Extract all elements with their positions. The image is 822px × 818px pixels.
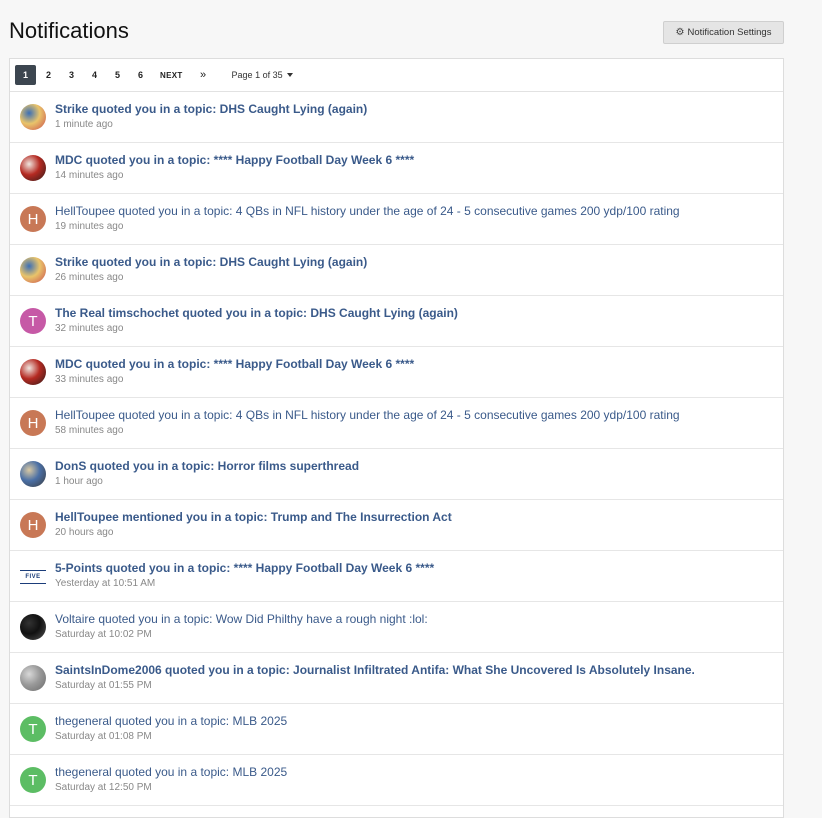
gear-icon: ⚙ <box>675 27 685 38</box>
notification-list: Strike quoted you in a topic: DHS Caught… <box>10 92 783 806</box>
avatar[interactable] <box>20 614 46 640</box>
notification-item[interactable]: MDC quoted you in a topic: **** Happy Fo… <box>10 143 783 194</box>
notification-link[interactable]: Strike quoted you in a topic: DHS Caught… <box>55 102 367 116</box>
page-link-5[interactable]: 5 <box>107 65 128 85</box>
notification-item[interactable]: FIVE 5-Points quoted you in a topic: ****… <box>10 551 783 602</box>
pagination: 1 2 3 4 5 6 NEXT » Page 1 of 35 <box>10 59 783 92</box>
avatar[interactable]: T <box>20 716 46 742</box>
notification-item[interactable]: DonS quoted you in a topic: Horror films… <box>10 449 783 500</box>
avatar[interactable]: H <box>20 410 46 436</box>
avatar[interactable] <box>20 155 46 181</box>
avatar[interactable]: H <box>20 512 46 538</box>
notification-settings-label: Notification Settings <box>687 27 772 38</box>
notification-link[interactable]: MDC quoted you in a topic: **** Happy Fo… <box>55 153 414 167</box>
notification-time: 19 minutes ago <box>55 221 124 232</box>
avatar[interactable] <box>20 359 46 385</box>
notification-item[interactable]: MDC quoted you in a topic: **** Happy Fo… <box>10 347 783 398</box>
notification-item[interactable]: Tthegeneral quoted you in a topic: MLB 2… <box>10 755 783 806</box>
notification-link[interactable]: Voltaire quoted you in a topic: Wow Did … <box>55 612 428 626</box>
notification-time: Yesterday at 10:51 AM <box>55 578 156 589</box>
notification-time: 33 minutes ago <box>55 374 124 385</box>
avatar[interactable]: T <box>20 308 46 334</box>
page-link-4[interactable]: 4 <box>84 65 105 85</box>
notification-link[interactable]: DonS quoted you in a topic: Horror films… <box>55 459 359 473</box>
notification-time: 14 minutes ago <box>55 170 124 181</box>
notification-item[interactable]: SaintsInDome2006 quoted you in a topic: … <box>10 653 783 704</box>
avatar[interactable]: H <box>20 206 46 232</box>
page-title: Notifications <box>9 18 129 43</box>
notification-item[interactable]: H HellToupee mentioned you in a topic: Tr… <box>10 500 783 551</box>
notification-link[interactable]: SaintsInDome2006 quoted you in a topic: … <box>55 663 695 677</box>
notification-link[interactable]: The Real timschochet quoted you in a top… <box>55 306 458 320</box>
avatar[interactable]: FIVE <box>20 570 46 584</box>
page-link-1[interactable]: 1 <box>15 65 36 85</box>
notification-time: 26 minutes ago <box>55 272 124 283</box>
caret-down-icon <box>286 73 293 77</box>
notification-item[interactable]: Strike quoted you in a topic: DHS Caught… <box>10 92 783 143</box>
notification-time: Saturday at 10:02 PM <box>55 629 152 640</box>
notification-time: Saturday at 12:50 PM <box>55 782 152 793</box>
notification-item[interactable]: Strike quoted you in a topic: DHS Caught… <box>10 245 783 296</box>
notification-item[interactable]: Voltaire quoted you in a topic: Wow Did … <box>10 602 783 653</box>
notification-time: 20 hours ago <box>55 527 114 538</box>
page-link-6[interactable]: 6 <box>130 65 151 85</box>
avatar[interactable] <box>20 104 46 130</box>
notification-link[interactable]: MDC quoted you in a topic: **** Happy Fo… <box>55 357 414 371</box>
notification-time: 1 minute ago <box>55 119 113 130</box>
notification-time: Saturday at 01:55 PM <box>55 680 152 691</box>
notification-link[interactable]: HellToupee quoted you in a topic: 4 QBs … <box>55 408 680 422</box>
notification-item[interactable]: H HellToupee quoted you in a topic: 4 QBs… <box>10 194 783 245</box>
avatar[interactable]: T <box>20 767 46 793</box>
notification-item[interactable]: T The Real timschochet quoted you in a to… <box>10 296 783 347</box>
notification-link[interactable]: Strike quoted you in a topic: DHS Caught… <box>55 255 367 269</box>
notification-time: 58 minutes ago <box>55 425 124 436</box>
notifications-panel: 1 2 3 4 5 6 NEXT » Page 1 of 35 Strike q… <box>9 58 784 818</box>
notification-link[interactable]: thegeneral quoted you in a topic: MLB 20… <box>55 765 287 779</box>
notification-settings-button[interactable]: ⚙ Notification Settings <box>663 21 784 44</box>
avatar[interactable] <box>20 461 46 487</box>
notification-link[interactable]: HellToupee quoted you in a topic: 4 QBs … <box>55 204 680 218</box>
notification-time: Saturday at 01:08 PM <box>55 731 152 742</box>
page-link-3[interactable]: 3 <box>61 65 82 85</box>
next-page-link[interactable]: NEXT <box>160 65 183 85</box>
notification-time: 32 minutes ago <box>55 323 124 334</box>
avatar[interactable] <box>20 257 46 283</box>
page-info: Page 1 of 35 <box>231 70 283 80</box>
last-page-link[interactable]: » <box>193 65 214 85</box>
notification-link[interactable]: thegeneral quoted you in a topic: MLB 20… <box>55 714 287 728</box>
notification-link[interactable]: HellToupee mentioned you in a topic: Tru… <box>55 510 452 524</box>
notification-time: 1 hour ago <box>55 476 103 487</box>
avatar[interactable] <box>20 665 46 691</box>
page-jump-dropdown[interactable]: Page 1 of 35 <box>232 70 293 80</box>
notification-link[interactable]: 5-Points quoted you in a topic: **** Hap… <box>55 561 434 575</box>
notification-item[interactable]: Tthegeneral quoted you in a topic: MLB 2… <box>10 704 783 755</box>
notification-item[interactable]: H HellToupee quoted you in a topic: 4 QBs… <box>10 398 783 449</box>
page-link-2[interactable]: 2 <box>38 65 59 85</box>
